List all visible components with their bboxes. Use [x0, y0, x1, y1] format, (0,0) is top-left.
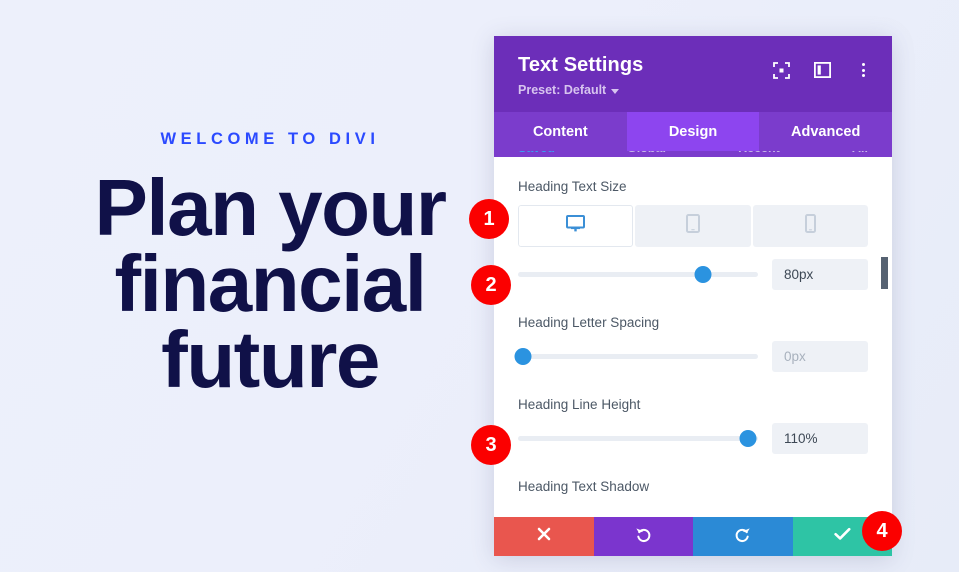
slider-track: [518, 354, 758, 359]
cancel-button[interactable]: [494, 517, 594, 556]
phone-icon: [804, 214, 816, 238]
slider-thumb[interactable]: [514, 348, 532, 365]
slider-thumb[interactable]: [739, 430, 757, 447]
device-toggle-group: [518, 205, 868, 247]
heading-text-size-slider[interactable]: [518, 265, 758, 285]
heading-letter-spacing-value[interactable]: 0px: [772, 341, 868, 372]
hero-eyebrow: WELCOME TO DIVI: [160, 130, 380, 148]
redo-icon: [734, 526, 751, 548]
undo-button[interactable]: [593, 517, 693, 556]
field-label-heading-text-size: Heading Text Size: [518, 179, 627, 194]
page-preview: WELCOME TO DIVI Plan your financial futu…: [0, 0, 540, 572]
desktop-icon: [566, 215, 586, 237]
preset-dropdown[interactable]: Preset: Default: [518, 83, 620, 97]
subtab-global[interactable]: Global: [627, 151, 666, 155]
subtab-recent[interactable]: Recent: [738, 151, 780, 155]
chevron-down-icon: [611, 88, 620, 94]
slider-track: [518, 272, 758, 277]
hero-heading: Plan your financial future: [94, 162, 447, 404]
heading-text-size-value[interactable]: 80px: [772, 259, 868, 290]
annotation-badge-4: 4: [862, 511, 902, 551]
field-heading-letter-spacing: Heading Letter Spacing 0px: [514, 315, 868, 372]
heading-line-height-slider[interactable]: [518, 429, 758, 449]
more-options-icon[interactable]: [854, 61, 872, 79]
check-icon: [834, 527, 851, 546]
slider-thumb[interactable]: [694, 266, 712, 283]
field-heading-text-size-slider: 80px: [518, 259, 868, 290]
panel-action-bar: [494, 517, 892, 556]
scrollbar-thumb[interactable]: [881, 257, 888, 289]
subtab-saved[interactable]: Saved: [518, 151, 555, 155]
field-label-heading-text-shadow: Heading Text Shadow: [518, 479, 650, 494]
focus-icon[interactable]: [772, 61, 790, 79]
panel-scrollbar[interactable]: [881, 157, 888, 517]
heading-line-height-value[interactable]: 110%: [772, 423, 868, 454]
layout-icon[interactable]: [813, 61, 831, 79]
panel-body: Heading Text Size 80px Heading Letter Sp…: [494, 157, 892, 517]
tab-content[interactable]: Content: [494, 112, 627, 151]
field-heading-text-size: Heading Text Size: [518, 179, 868, 247]
tab-design[interactable]: Design: [626, 112, 760, 151]
close-icon: [537, 527, 551, 546]
subtab-all[interactable]: All: [852, 151, 868, 155]
annotation-badge-2: 2: [471, 265, 511, 305]
slider-track: [518, 436, 758, 441]
panel-header-icons: [772, 61, 872, 79]
field-label-heading-letter-spacing: Heading Letter Spacing: [518, 315, 660, 330]
device-toggle-desktop[interactable]: [518, 205, 634, 247]
panel-header: Text Settings Preset: Default: [494, 36, 892, 112]
field-label-heading-line-height: Heading Line Height: [518, 397, 641, 412]
tab-advanced[interactable]: Advanced: [759, 112, 892, 151]
text-settings-panel: Text Settings Preset: Default Content De…: [494, 36, 892, 556]
panel-tabs: Content Design Advanced: [494, 112, 892, 151]
undo-icon: [635, 526, 652, 548]
device-toggle-phone[interactable]: [752, 205, 868, 247]
field-heading-line-height: Heading Line Height 110%: [518, 397, 868, 454]
device-toggle-tablet[interactable]: [635, 205, 751, 247]
preset-label: Preset: Default: [518, 83, 607, 97]
annotation-badge-1: 1: [469, 199, 509, 239]
annotation-badge-3: 3: [471, 425, 511, 465]
redo-button[interactable]: [693, 517, 793, 556]
tablet-icon: [686, 214, 700, 238]
app-root: WELCOME TO DIVI Plan your financial futu…: [0, 0, 959, 572]
field-heading-text-shadow: Heading Text Shadow: [518, 479, 868, 494]
heading-letter-spacing-slider[interactable]: [514, 347, 758, 367]
